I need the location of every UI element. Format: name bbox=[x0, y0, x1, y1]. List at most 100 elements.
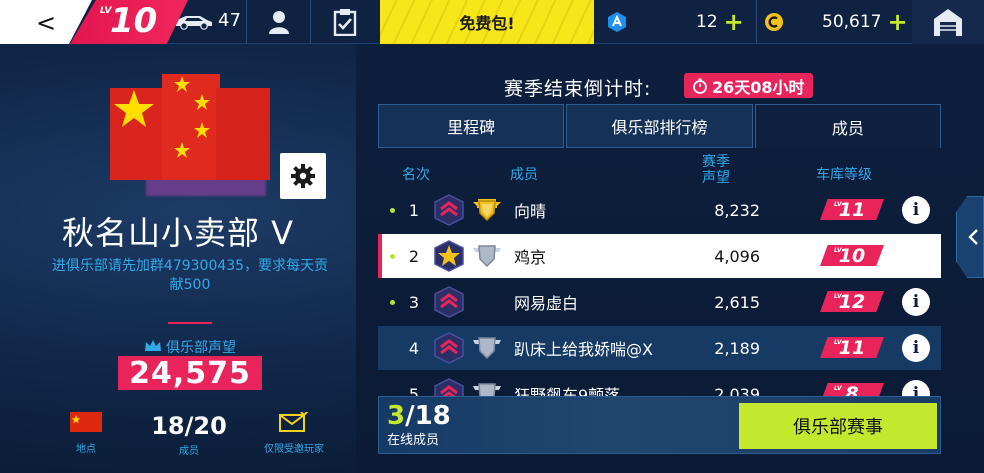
club-emblem bbox=[110, 72, 270, 196]
member-season-reputation: 2,615 bbox=[714, 292, 760, 312]
club-reputation-value: 24,575 bbox=[118, 356, 262, 391]
garage-level-badge: LV 11 bbox=[820, 337, 884, 358]
tasks-button[interactable] bbox=[318, 0, 372, 44]
garage-level-badge: LV 8 bbox=[820, 383, 884, 396]
star-icon bbox=[114, 76, 210, 158]
divider bbox=[310, 0, 311, 44]
tab-club-leaderboard[interactable]: 俱乐部排行榜 bbox=[566, 104, 753, 148]
league-badge-icon bbox=[434, 286, 464, 318]
leader-shield-icon bbox=[473, 199, 501, 222]
season-countdown-label: 赛季结束倒计时: bbox=[504, 78, 652, 100]
league-badge-icon bbox=[434, 378, 464, 396]
member-rank: 5 bbox=[408, 384, 420, 397]
garage-home-icon bbox=[934, 9, 962, 36]
garage-level-badge: LV 10 bbox=[820, 245, 884, 266]
join-policy-label: 仅限受邀玩家 bbox=[264, 444, 324, 455]
online-total: /18 bbox=[405, 401, 451, 431]
garage-level-value: 11 bbox=[838, 198, 866, 221]
member-name: 向晴 bbox=[514, 202, 547, 221]
member-row[interactable]: 5 狂野飙车9颤落 2,039 LV 8 i bbox=[378, 372, 941, 396]
member-shield-icon bbox=[473, 383, 501, 396]
member-info-button[interactable]: i bbox=[902, 288, 930, 316]
column-header-season-reputation: 赛季声望 bbox=[702, 154, 730, 186]
car-count-value: 47 bbox=[218, 10, 241, 31]
member-season-reputation: 4,096 bbox=[714, 246, 760, 266]
divider bbox=[756, 0, 757, 44]
members-count-label: 成员 bbox=[179, 446, 199, 457]
stopwatch-icon bbox=[693, 78, 707, 94]
player-level: 10 bbox=[110, 1, 158, 41]
tab-members[interactable]: 成员 bbox=[754, 104, 941, 148]
credits-value: 50,617 bbox=[822, 12, 882, 32]
member-list[interactable]: 1 向晴 8,232 LV 11 i 2 鸡京 4,096 LV 10 3 网易… bbox=[378, 188, 941, 396]
online-members-count: 3/18 bbox=[387, 401, 451, 431]
member-row[interactable]: 1 向晴 8,232 LV 11 i bbox=[378, 188, 941, 232]
garage-level-badge: LV 12 bbox=[820, 291, 884, 312]
token-icon-wrap bbox=[604, 0, 630, 44]
member-info-button[interactable]: i bbox=[902, 334, 930, 362]
car-icon bbox=[176, 15, 212, 30]
car-count[interactable]: 47 bbox=[174, 10, 241, 31]
tab-label: 成员 bbox=[831, 118, 864, 138]
divider bbox=[246, 0, 247, 44]
club-join-policy: 仅限受邀玩家 bbox=[256, 410, 332, 455]
club-tabs: 里程碑 俱乐部排行榜 成员 bbox=[378, 104, 941, 148]
garage-lv-prefix: LV bbox=[834, 339, 842, 346]
club-event-button[interactable]: 俱乐部赛事 bbox=[739, 403, 937, 449]
club-settings-button[interactable] bbox=[280, 153, 326, 199]
member-name: 鸡京 bbox=[514, 248, 547, 267]
member-row[interactable]: 4 趴床上给我娇喘@X 2,189 LV 11 i bbox=[378, 326, 941, 370]
online-indicator bbox=[390, 207, 395, 213]
member-shield-icon bbox=[473, 245, 501, 268]
online-current: 3 bbox=[387, 401, 406, 431]
add-credits-icon: + bbox=[887, 8, 908, 36]
member-table-header: 名次 成员 赛季声望 车库等级 bbox=[378, 154, 941, 188]
member-name: 狂野飙车9颤落 bbox=[514, 386, 621, 396]
member-rank: 4 bbox=[408, 338, 420, 358]
home-button[interactable] bbox=[912, 0, 984, 44]
club-footer-bar: 3/18 在线成员 俱乐部赛事 bbox=[378, 396, 941, 454]
profile-button[interactable] bbox=[252, 0, 306, 44]
china-flag-icon bbox=[70, 412, 102, 432]
member-row-self[interactable]: 2 鸡京 4,096 LV 10 bbox=[378, 234, 941, 278]
member-season-reputation: 8,232 bbox=[714, 200, 760, 220]
garage-level-value: 10 bbox=[838, 244, 866, 267]
member-rank: 3 bbox=[408, 292, 420, 312]
garage-level-value: 11 bbox=[838, 336, 866, 359]
member-rank: 1 bbox=[408, 200, 420, 220]
club-location: 地点 bbox=[66, 412, 106, 455]
garage-lv-prefix: LV bbox=[834, 247, 842, 254]
free-pack-button[interactable]: 免费包! bbox=[380, 0, 594, 44]
location-label: 地点 bbox=[76, 444, 96, 455]
top-bar: < LV 10 47 免费包! 12 + 50,617 + bbox=[0, 0, 984, 44]
invite-envelope-icon bbox=[279, 410, 309, 432]
tab-label: 里程碑 bbox=[447, 118, 496, 137]
club-description: 进俱乐部请先加群479300435，要求每天贡献500 bbox=[51, 258, 329, 293]
member-shield-icon bbox=[473, 337, 501, 360]
divider bbox=[168, 322, 212, 324]
members-count-value: 18/20 bbox=[151, 412, 227, 440]
club-name: 秋名山小卖部 V bbox=[61, 214, 295, 252]
member-row[interactable]: 3 网易虚白 2,615 LV 12 i bbox=[378, 280, 941, 324]
online-members-label: 在线成员 bbox=[387, 433, 440, 448]
season-countdown-value: 26天08小时 bbox=[712, 77, 805, 97]
member-info-button[interactable]: i bbox=[902, 196, 930, 224]
credits-display[interactable]: 50,617 + bbox=[822, 0, 908, 44]
season-countdown-badge: 26天08小时 bbox=[684, 73, 813, 98]
tokens-value: 12 bbox=[696, 12, 718, 32]
member-season-reputation: 2,039 bbox=[714, 384, 760, 397]
club-members-count: 18/20 成员 bbox=[146, 412, 232, 457]
online-indicator bbox=[390, 299, 395, 305]
credits-icon bbox=[765, 13, 783, 31]
gear-icon bbox=[291, 164, 315, 188]
garage-level-value: 12 bbox=[838, 290, 866, 313]
garage-lv-prefix: LV bbox=[834, 201, 842, 208]
online-members: 3/18 在线成员 bbox=[387, 401, 451, 448]
tab-milestones[interactable]: 里程碑 bbox=[378, 104, 565, 148]
league-badge-icon bbox=[434, 332, 464, 364]
garage-lv-prefix: LV bbox=[834, 293, 842, 300]
side-panel-toggle[interactable] bbox=[956, 196, 984, 278]
tokens-display[interactable]: 12 + bbox=[696, 0, 744, 44]
member-info-button[interactable]: i bbox=[902, 380, 930, 396]
column-header-member: 成员 bbox=[510, 167, 538, 183]
